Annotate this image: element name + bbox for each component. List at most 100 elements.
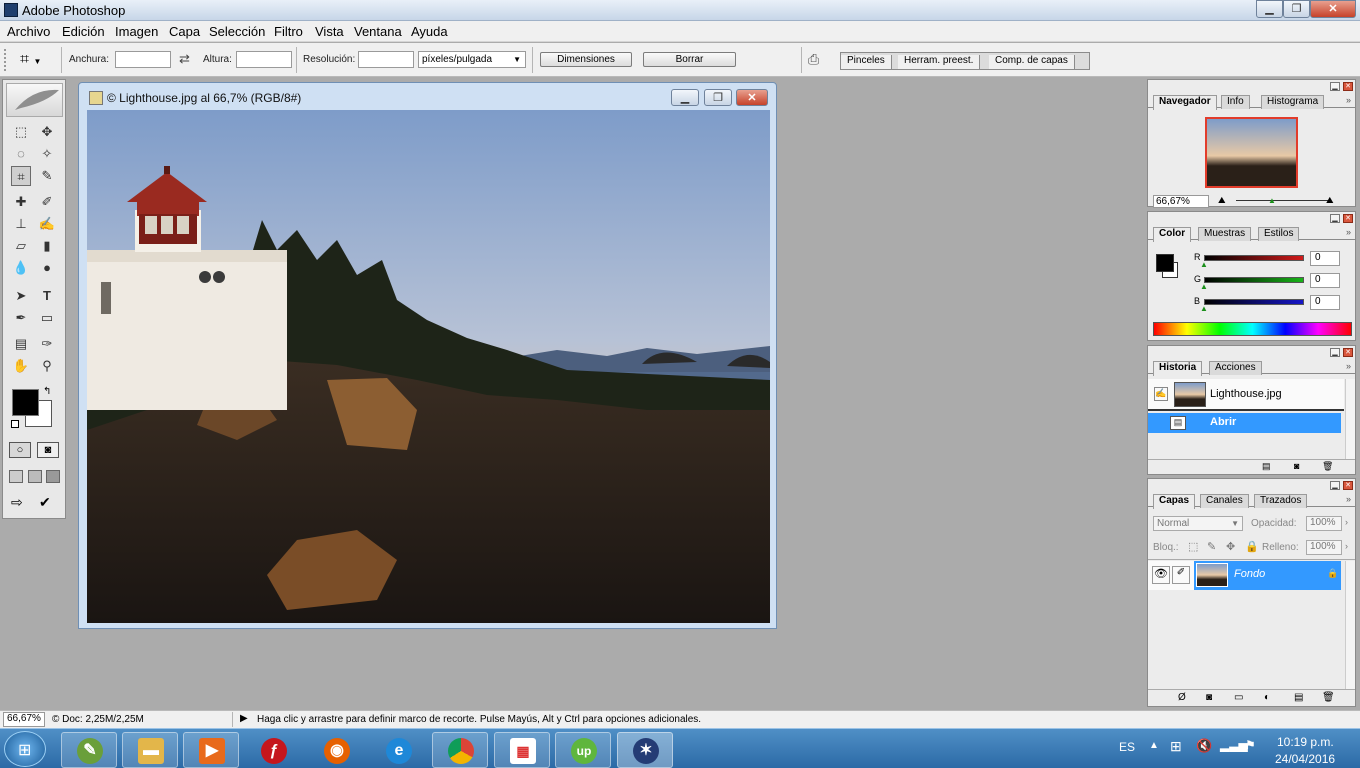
taskbar-app-chrome[interactable] — [432, 732, 488, 768]
zoom-out-icon[interactable]: ⛰ — [1218, 195, 1226, 206]
menu-ventana[interactable]: Ventana — [354, 24, 402, 39]
panel-minimize-icon[interactable]: ▁ — [1330, 348, 1340, 357]
move-tool-icon[interactable]: ✥ — [37, 122, 57, 142]
new-document-from-state-icon[interactable]: ▤ — [1262, 461, 1271, 472]
taskbar-app-grid[interactable]: ▦ — [494, 732, 550, 768]
new-layer-icon[interactable]: ▤ — [1294, 692, 1303, 703]
lighthouse-image[interactable] — [87, 110, 770, 623]
zoom-slider[interactable] — [1236, 200, 1331, 201]
edit-in-imageready-icon[interactable]: ✔ — [39, 494, 51, 511]
eraser-tool-icon[interactable]: ▱ — [11, 236, 31, 256]
tab-canales[interactable]: Canales — [1200, 494, 1249, 508]
fill-arrow-icon[interactable]: › — [1345, 541, 1348, 551]
shape-tool-icon[interactable]: ▭ — [37, 308, 57, 328]
document-window[interactable]: © Lighthouse.jpg al 66,7% (RGB/8#) ▁ ❐ ✕ — [78, 82, 777, 629]
channel-value-field[interactable]: 0 — [1310, 273, 1340, 288]
panel-menu-chevron-icon[interactable]: » — [1346, 494, 1351, 504]
screen-mode-full-menu-icon[interactable] — [28, 470, 42, 483]
taskbar-app-explorer[interactable]: ▬ — [122, 732, 178, 768]
channel-slider-handle[interactable]: ▲ — [1200, 260, 1208, 269]
healing-brush-tool-icon[interactable]: ✚ — [11, 192, 31, 212]
dimensiones-button[interactable]: Dimensiones — [540, 52, 632, 67]
slice-tool-icon[interactable]: ✎ — [37, 166, 57, 186]
crop-preset-icon[interactable]: ⌗ ▼ — [20, 50, 54, 70]
path-selection-tool-icon[interactable]: ➤ — [11, 286, 31, 306]
tab-histograma[interactable]: Histograma — [1261, 95, 1325, 109]
tray-expand-icon[interactable]: ▲ — [1149, 740, 1159, 751]
taskbar-app-ie[interactable]: e — [370, 732, 426, 768]
clock-date[interactable]: 24/04/2016 — [1275, 752, 1335, 766]
magic-wand-tool-icon[interactable]: ✧ — [37, 144, 57, 164]
doc-size-info[interactable]: © Doc: 2,25M/2,25M — [52, 714, 144, 725]
default-colors-icon[interactable] — [11, 420, 19, 428]
jump-to-imageready-icon[interactable]: ⇨ — [11, 494, 23, 511]
layer-style-icon[interactable]: Ø — [1178, 692, 1186, 703]
color-channel-b[interactable]: B ▲ 0 — [1148, 295, 1355, 316]
panel-menu-chevron-icon[interactable]: » — [1346, 361, 1351, 371]
history-brush-source-icon[interactable]: ✍ — [1154, 387, 1168, 401]
menu-ayuda[interactable]: Ayuda — [411, 24, 448, 39]
dodge-tool-icon[interactable]: ● — [37, 258, 57, 278]
history-scrollbar[interactable] — [1345, 379, 1355, 459]
screen-mode-full-icon[interactable] — [46, 470, 60, 483]
channel-value-field[interactable]: 0 — [1310, 295, 1340, 310]
notes-tool-icon[interactable]: ▤ — [11, 334, 31, 354]
blur-tool-icon[interactable]: 💧 — [11, 258, 31, 278]
delete-layer-icon[interactable]: 🗑 — [1322, 692, 1335, 703]
palette-well-icon[interactable]: ⎙ — [808, 51, 828, 69]
lock-image-icon[interactable]: ✎ — [1207, 540, 1216, 553]
resolution-input[interactable] — [358, 51, 414, 68]
channel-slider-handle[interactable]: ▲ — [1200, 304, 1208, 313]
lock-transparency-icon[interactable]: ⬚ — [1188, 540, 1198, 553]
menu-capa[interactable]: Capa — [169, 24, 200, 39]
color-spectrum-ramp[interactable] — [1153, 322, 1352, 336]
lock-position-icon[interactable]: ✥ — [1226, 540, 1235, 553]
taskbar-app-painter[interactable]: ✎ — [61, 732, 117, 768]
delete-state-icon[interactable]: 🗑 — [1322, 461, 1333, 472]
panel-close-icon[interactable]: ✕ — [1343, 481, 1353, 490]
tab-historia[interactable]: Historia — [1153, 361, 1203, 376]
tab-info[interactable]: Info — [1221, 95, 1250, 109]
tab-acciones[interactable]: Acciones — [1209, 361, 1262, 375]
crop-tool-icon[interactable]: ⌗ — [11, 166, 31, 186]
zoom-in-icon[interactable]: ⛰ — [1326, 195, 1334, 206]
type-tool-icon[interactable]: T — [37, 286, 57, 306]
color-channel-r[interactable]: R ▲ 0 — [1148, 251, 1355, 272]
quick-mask-mode-icon[interactable]: ◙ — [37, 442, 59, 458]
lasso-tool-icon[interactable]: ◌ — [11, 144, 31, 164]
history-snapshot-row[interactable]: ✍ Lighthouse.jpg — [1148, 379, 1344, 411]
clock-time[interactable]: 10:19 p.m. — [1277, 735, 1334, 749]
language-indicator[interactable]: ES — [1119, 740, 1135, 754]
minimize-button[interactable]: ▁ — [1256, 0, 1283, 18]
tab-navegador[interactable]: Navegador — [1153, 95, 1217, 110]
opacity-field[interactable]: 100% — [1306, 516, 1342, 531]
close-button[interactable]: ✕ — [1310, 0, 1356, 18]
layer-brush-icon[interactable]: ✐ — [1172, 566, 1190, 584]
standard-mode-icon[interactable]: ○ — [9, 442, 31, 458]
screen-mode-standard-icon[interactable] — [9, 470, 23, 483]
channel-value-field[interactable]: 0 — [1310, 251, 1340, 266]
panel-menu-chevron-icon[interactable]: » — [1346, 227, 1351, 237]
panel-close-icon[interactable]: ✕ — [1343, 348, 1353, 357]
panel-minimize-icon[interactable]: ▁ — [1330, 481, 1340, 490]
new-group-icon[interactable]: ▭ — [1234, 692, 1243, 703]
network-signal-icon[interactable]: ▂▃▅ — [1220, 738, 1248, 752]
tab-color[interactable]: Color — [1153, 227, 1192, 242]
taskbar-app-flash[interactable]: ƒ — [245, 732, 301, 768]
channel-ramp[interactable] — [1204, 299, 1304, 305]
opacity-arrow-icon[interactable]: › — [1345, 517, 1348, 527]
hand-tool-icon[interactable]: ✋ — [11, 356, 31, 376]
navigator-thumbnail[interactable] — [1205, 117, 1298, 188]
taskbar-app-media[interactable]: ▶ — [183, 732, 239, 768]
start-button[interactable]: ⊞ — [4, 731, 46, 767]
clone-stamp-tool-icon[interactable]: ⊥ — [11, 214, 31, 234]
marquee-tool-icon[interactable]: ⬚ — [11, 122, 31, 142]
doc-maximize-button[interactable]: ❐ — [704, 89, 732, 106]
notification-flag-icon[interactable]: ⚑ — [1245, 738, 1256, 752]
gradient-tool-icon[interactable]: ▮ — [37, 236, 57, 256]
taskbar-app-firefox[interactable]: ◉ — [308, 732, 364, 768]
restore-button[interactable]: ❐ — [1283, 0, 1310, 18]
panel-menu-chevron-icon[interactable]: » — [1346, 95, 1351, 105]
menu-edicion[interactable]: Edición — [62, 24, 105, 39]
zoom-tool-icon[interactable]: ⚲ — [37, 356, 57, 376]
